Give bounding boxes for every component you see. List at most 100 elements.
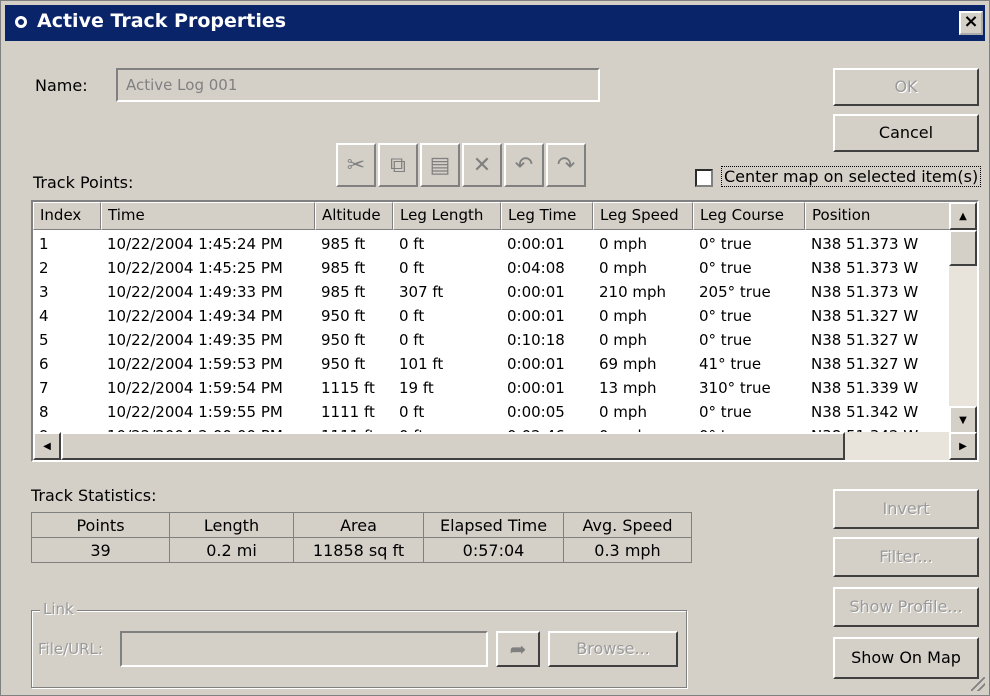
cell-time: 10/22/2004 1:45:24 PM [107,235,283,253]
copy-icon[interactable]: ⧉ [378,143,418,187]
invert-button[interactable]: Invert [833,489,979,529]
stat-header-avg-speed: Avg. Speed [563,512,692,538]
horizontal-scroll-thumb[interactable] [61,432,845,460]
scroll-up-icon[interactable]: ▲ [949,202,977,230]
cell-leg-course: 41° true [699,355,762,373]
cell-altitude: 950 ft [321,355,366,373]
list-header: Index Time Altitude Leg Length Leg Time … [33,202,953,230]
cell-leg-course: 0° true [699,403,752,421]
stat-header-elapsed-time: Elapsed Time [423,512,564,538]
column-header-time[interactable]: Time [101,202,315,230]
stat-header-length: Length [169,512,294,538]
filter-button[interactable]: Filter... [833,537,979,577]
center-map-label[interactable]: Center map on selected item(s) [721,166,982,187]
scroll-left-icon[interactable]: ◀ [33,432,61,460]
cell-leg-speed: 13 mph [599,379,657,397]
table-row[interactable]: 1 10/22/2004 1:45:24 PM 985 ft 0 ft 0:00… [33,232,953,256]
table-row[interactable]: 6 10/22/2004 1:59:53 PM 950 ft 101 ft 0:… [33,352,953,376]
undo-icon[interactable]: ↶ [504,143,544,187]
cell-leg-length: 101 ft [399,355,444,373]
cell-leg-length: 19 ft [399,379,434,397]
stat-header-points: Points [31,512,170,538]
cell-altitude: 950 ft [321,307,366,325]
scissors-icon[interactable]: ✂ [336,143,376,187]
column-header-leg-length[interactable]: Leg Length [393,202,501,230]
table-row[interactable]: 8 10/22/2004 1:59:55 PM 1111 ft 0 ft 0:0… [33,400,953,424]
cell-altitude: 985 ft [321,259,366,277]
cell-leg-time: 0:00:01 [507,379,565,397]
column-header-altitude[interactable]: Altitude [315,202,393,230]
cell-time: 10/22/2004 1:59:54 PM [107,379,283,397]
column-header-leg-time[interactable]: Leg Time [501,202,593,230]
stat-value-length: 0.2 mi [169,537,294,563]
scroll-right-icon[interactable]: ▶ [949,432,977,460]
cell-index: 2 [39,259,49,277]
table-row[interactable]: 4 10/22/2004 1:49:34 PM 950 ft 0 ft 0:00… [33,304,953,328]
close-button[interactable]: × [959,11,983,35]
table-row[interactable]: 2 10/22/2004 1:45:25 PM 985 ft 0 ft 0:04… [33,256,953,280]
horizontal-scrollbar[interactable]: ◀ ▶ [33,432,977,460]
cell-leg-course: 0° true [699,259,752,277]
delete-icon[interactable]: ✕ [462,143,502,187]
cell-leg-length: 0 ft [399,259,425,277]
track-statistics-label: Track Statistics: [31,486,157,505]
go-arrow-icon[interactable]: ➦ [496,631,540,667]
resize-grip-icon[interactable] [971,677,985,691]
cell-index: 7 [39,379,49,397]
dialog-window: Active Track Properties × Name: Active L… [0,0,990,696]
stat-value-area: 11858 sq ft [293,537,424,563]
cell-time: 10/22/2004 1:49:34 PM [107,307,283,325]
track-points-list[interactable]: Index Time Altitude Leg Length Leg Time … [31,200,979,462]
vertical-scroll-thumb[interactable] [949,230,977,266]
cell-leg-speed: 0 mph [599,307,647,325]
cell-leg-course: 0° true [699,307,752,325]
cell-position: N38 51.373 W [811,259,919,277]
cell-leg-speed: 0 mph [599,259,647,277]
show-on-map-button[interactable]: Show On Map [833,637,979,679]
cell-leg-course: 310° true [699,379,771,397]
cell-altitude: 985 ft [321,235,366,253]
cell-position: N38 51.342 W [811,403,919,421]
cell-index: 4 [39,307,49,325]
ok-button[interactable]: OK [833,68,979,106]
cell-position: N38 51.339 W [811,379,919,397]
cell-leg-time: 0:00:05 [507,403,565,421]
cell-leg-time: 0:00:01 [507,283,565,301]
column-header-index[interactable]: Index [33,202,101,230]
table-row[interactable]: 3 10/22/2004 1:49:33 PM 985 ft 307 ft 0:… [33,280,953,304]
cell-time: 10/22/2004 1:59:53 PM [107,355,283,373]
cell-leg-time: 0:00:01 [507,235,565,253]
file-url-field[interactable] [120,631,488,667]
file-url-label: File/URL: [38,640,103,658]
name-field[interactable]: Active Log 001 [116,68,600,102]
show-profile-button[interactable]: Show Profile... [833,587,979,627]
vertical-scrollbar[interactable]: ▲ ▼ [949,202,977,434]
cell-leg-speed: 0 mph [599,331,647,349]
table-row[interactable]: 7 10/22/2004 1:59:54 PM 1115 ft 19 ft 0:… [33,376,953,400]
cell-altitude: 950 ft [321,331,366,349]
cell-leg-length: 0 ft [399,331,425,349]
browse-button[interactable]: Browse... [548,631,678,667]
app-icon [15,16,27,28]
center-map-checkbox[interactable] [695,169,713,187]
cell-leg-time: 0:00:01 [507,355,565,373]
cell-index: 1 [39,235,49,253]
column-header-leg-course[interactable]: Leg Course [693,202,805,230]
cell-index: 5 [39,331,49,349]
cancel-button[interactable]: Cancel [833,114,979,152]
cell-index: 6 [39,355,49,373]
paste-icon[interactable]: ▤ [420,143,460,187]
column-header-leg-speed[interactable]: Leg Speed [593,202,693,230]
cell-leg-course: 205° true [699,283,771,301]
scroll-down-icon[interactable]: ▼ [949,406,977,434]
cell-leg-length: 307 ft [399,283,444,301]
track-statistics-table: Points Length Area Elapsed Time Avg. Spe… [31,512,693,563]
cell-altitude: 1111 ft [321,403,375,421]
table-row[interactable]: 5 10/22/2004 1:49:35 PM 950 ft 0 ft 0:10… [33,328,953,352]
redo-icon[interactable]: ↷ [546,143,586,187]
stat-value-avg-speed: 0.3 mph [563,537,692,563]
cell-position: N38 51.373 W [811,283,919,301]
cell-leg-time: 0:04:08 [507,259,565,277]
cell-index: 8 [39,403,49,421]
column-header-position[interactable]: Position [805,202,953,230]
